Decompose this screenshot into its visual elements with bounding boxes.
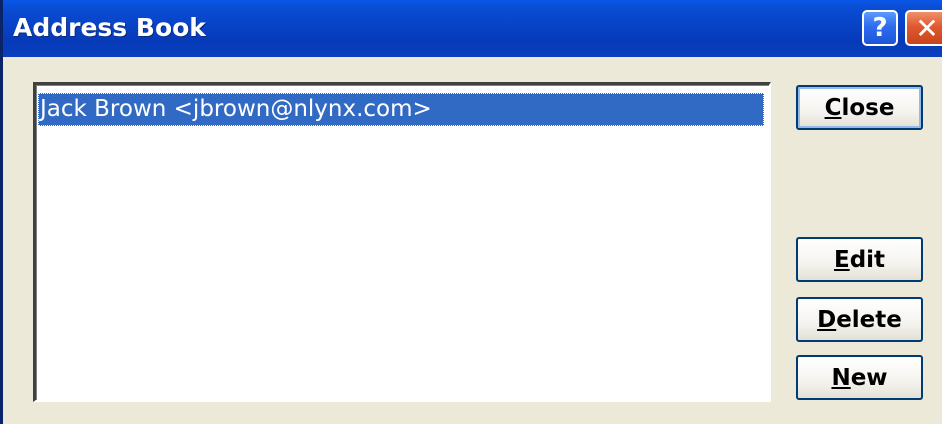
edit-button[interactable]: Edit bbox=[796, 237, 923, 282]
close-button-label: lose bbox=[841, 94, 895, 121]
window-close-button[interactable]: ✕ bbox=[905, 10, 942, 46]
list-item[interactable]: Jack Brown <jbrown@nlynx.com> bbox=[38, 93, 764, 126]
close-button[interactable]: Close bbox=[796, 85, 923, 130]
new-button-accelerator: N bbox=[831, 364, 851, 391]
delete-button-accelerator: D bbox=[817, 306, 837, 333]
close-icon: ✕ bbox=[915, 11, 939, 45]
new-button[interactable]: New bbox=[796, 355, 923, 400]
question-mark-icon: ? bbox=[872, 13, 888, 43]
help-button[interactable]: ? bbox=[862, 10, 898, 46]
edit-button-accelerator: E bbox=[833, 246, 850, 273]
address-book-dialog: Address Book ? ✕ Jack Brown <jbrown@nlyn… bbox=[0, 0, 942, 424]
new-button-label: ew bbox=[850, 364, 888, 391]
contacts-listbox[interactable]: Jack Brown <jbrown@nlynx.com> bbox=[33, 82, 771, 402]
delete-button[interactable]: Delete bbox=[796, 297, 923, 342]
edit-button-label: dit bbox=[849, 246, 886, 273]
title-bar[interactable]: Address Book ? ✕ bbox=[3, 0, 942, 57]
delete-button-label: elete bbox=[836, 306, 902, 333]
close-button-accelerator: C bbox=[824, 94, 842, 121]
window-title: Address Book bbox=[13, 13, 206, 42]
